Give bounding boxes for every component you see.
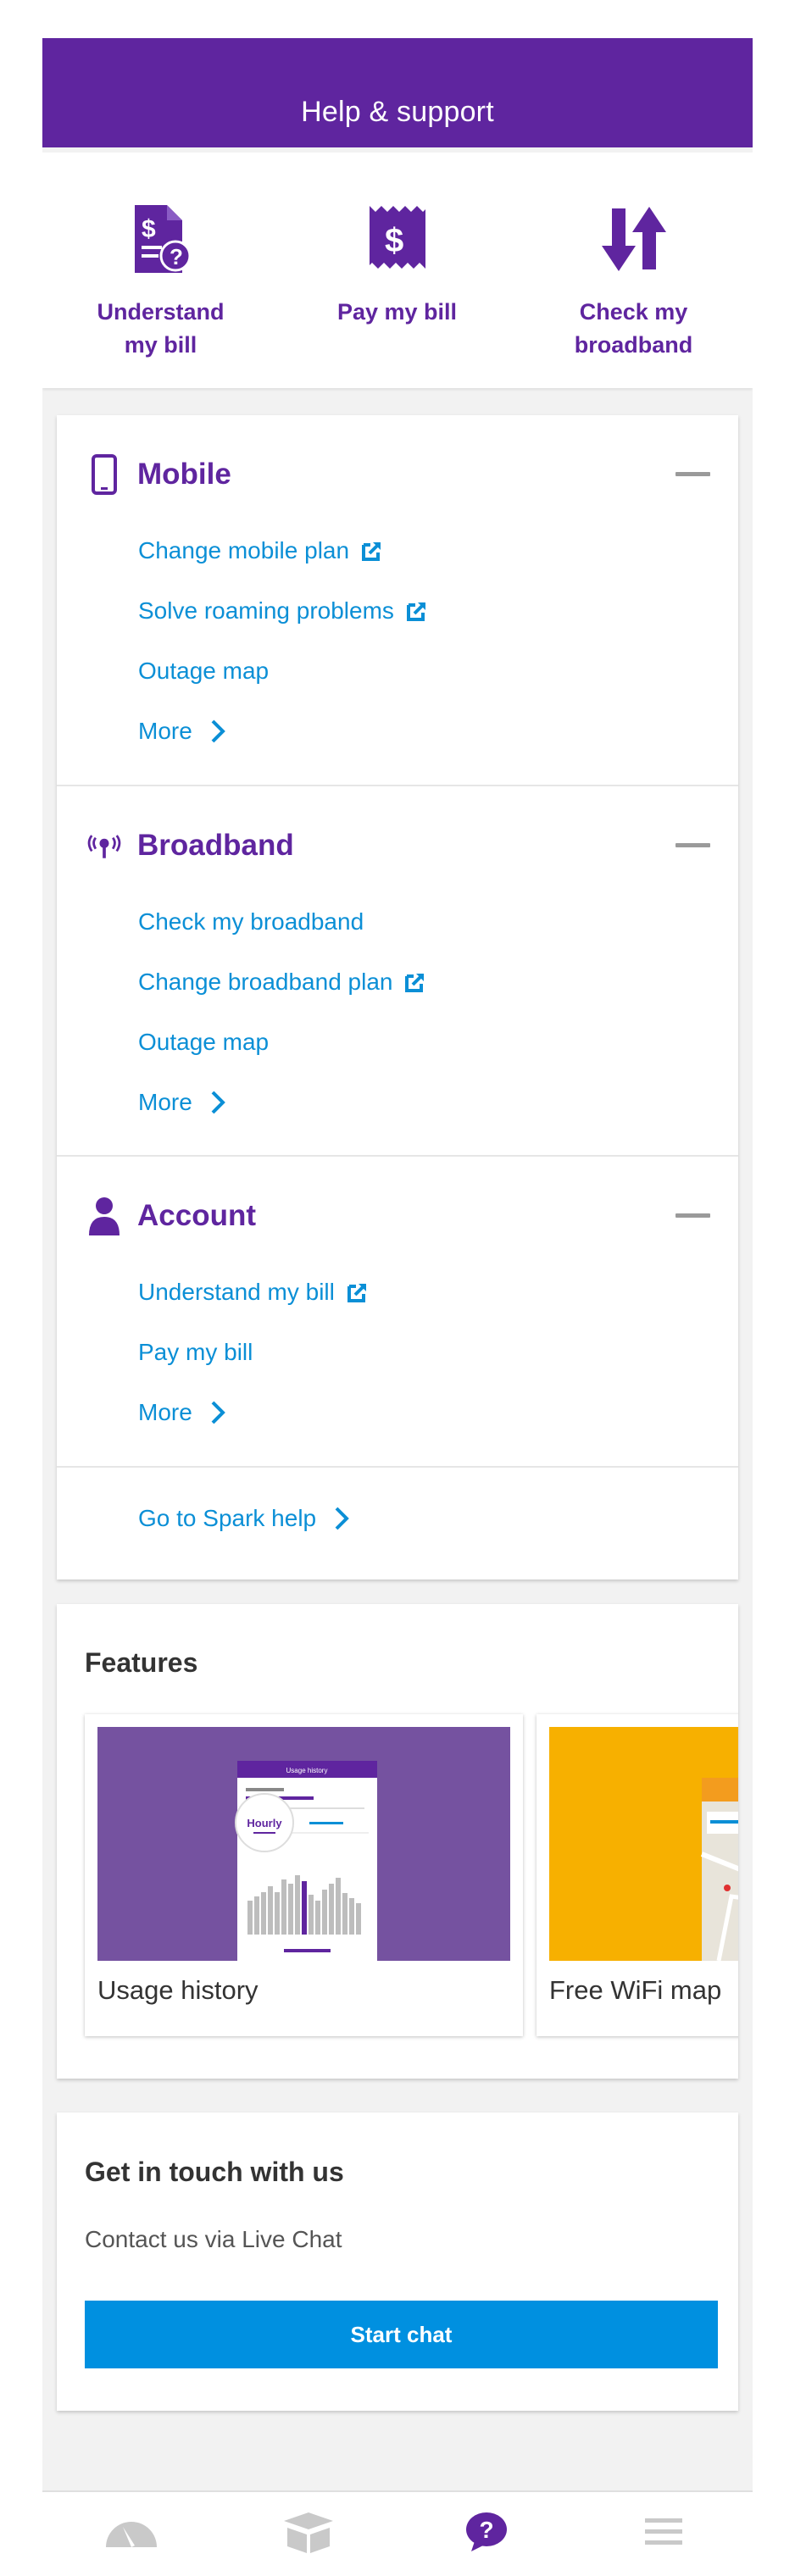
usage-history-mock-title: Usage history xyxy=(286,1767,328,1774)
nav-shop[interactable] xyxy=(220,2492,398,2576)
contact-subtitle: Contact us via Live Chat xyxy=(85,2226,342,2252)
collapse-mobile-icon[interactable] xyxy=(675,472,710,476)
account-more-label: More xyxy=(138,1398,192,1425)
start-chat-button[interactable]: Start chat xyxy=(85,2301,718,2368)
go-to-spark-help-label: Go to Spark help xyxy=(138,1504,317,1531)
broadband-section: Broadband Check my broadband Change broa… xyxy=(57,786,738,1157)
broadband-links: Check my broadband Change broadband plan… xyxy=(138,891,426,1132)
chevron-right-icon xyxy=(209,1090,226,1115)
mobile-more-label: More xyxy=(138,717,192,744)
dollar-receipt-icon: $ xyxy=(359,201,436,277)
svg-text:$: $ xyxy=(142,215,156,243)
account-more-link[interactable]: More xyxy=(138,1382,369,1442)
help-topics-card: Mobile Change mobile plan Solve roaming … xyxy=(57,415,738,1579)
usage-history-mock-badge: Hourly xyxy=(247,1817,282,1829)
mobile-section: Mobile Change mobile plan Solve roaming … xyxy=(57,415,738,786)
app-screen: Help & support $ ? Understand my bill $ … xyxy=(42,38,753,2576)
svg-text:?: ? xyxy=(170,244,183,269)
external-link-icon xyxy=(404,971,426,993)
change-mobile-plan-link[interactable]: Change mobile plan xyxy=(138,520,428,580)
solve-roaming-problems-link[interactable]: Solve roaming problems xyxy=(138,580,428,641)
up-down-arrows-icon xyxy=(596,201,672,277)
check-my-broadband-link-label: Check my broadband xyxy=(138,908,364,935)
broadband-more-label: More xyxy=(138,1088,192,1115)
mobile-section-header[interactable]: Mobile xyxy=(85,451,231,498)
mobile-phone-icon xyxy=(85,453,124,496)
change-broadband-plan-label: Change broadband plan xyxy=(138,968,393,995)
account-section-header[interactable]: Account xyxy=(85,1192,256,1240)
nav-menu[interactable] xyxy=(575,2492,753,2576)
pay-my-bill-link-label: Pay my bill xyxy=(138,1338,253,1365)
change-mobile-plan-label: Change mobile plan xyxy=(138,536,350,564)
bottom-nav: ? xyxy=(42,2490,753,2576)
chevron-right-icon xyxy=(209,719,226,744)
quick-actions: $ ? Understand my bill $ Pay my bill Che… xyxy=(42,153,753,388)
mobile-outage-map-link[interactable]: Outage map xyxy=(138,641,428,701)
usage-history-image: Usage history Hourly xyxy=(97,1727,510,1961)
pay-my-bill-link[interactable]: Pay my bill xyxy=(138,1322,369,1382)
free-wifi-map-label: Free WiFi map xyxy=(549,1975,722,2005)
mobile-outage-map-label: Outage map xyxy=(138,657,270,684)
check-my-broadband-link[interactable]: Check my broadband xyxy=(138,891,426,952)
check-my-broadband-button[interactable]: Check my broadband xyxy=(515,153,752,388)
change-broadband-plan-link[interactable]: Change broadband plan xyxy=(138,952,426,1012)
svg-text:$: $ xyxy=(385,222,403,259)
menu-icon xyxy=(645,2517,683,2551)
solve-roaming-problems-label: Solve roaming problems xyxy=(138,597,394,624)
mobile-more-link[interactable]: More xyxy=(138,701,428,761)
mobile-section-title: Mobile xyxy=(137,458,231,491)
broadband-signal-icon xyxy=(85,824,124,867)
pay-my-bill-button[interactable]: $ Pay my bill xyxy=(279,153,515,388)
account-section-title: Account xyxy=(137,1199,256,1232)
features-card: Features Usage history Hourly Usage hist… xyxy=(57,1604,738,2079)
external-link-icon xyxy=(361,540,383,562)
box-icon xyxy=(281,2509,336,2559)
nav-usage[interactable] xyxy=(42,2492,220,2576)
understand-my-bill-label: Understand my bill xyxy=(97,299,225,358)
page-title: Help & support xyxy=(301,96,494,128)
pay-my-bill-label: Pay my bill xyxy=(336,299,458,325)
contact-title: Get in touch with us xyxy=(85,2157,344,2187)
understand-my-bill-link-label: Understand my bill xyxy=(138,1278,335,1305)
help-chat-icon: ? xyxy=(464,2511,509,2557)
usage-history-label: Usage history xyxy=(97,1975,259,2005)
broadband-section-title: Broadband xyxy=(137,829,294,862)
external-link-icon xyxy=(347,1281,369,1303)
bill-question-icon: $ ? xyxy=(123,201,199,277)
check-my-broadband-label: Check my broadband xyxy=(574,299,693,358)
app-header: Help & support xyxy=(42,38,753,147)
understand-my-bill-link[interactable]: Understand my bill xyxy=(138,1262,369,1322)
free-wifi-map-image xyxy=(549,1727,738,1961)
broadband-more-link[interactable]: More xyxy=(138,1072,426,1132)
collapse-account-icon[interactable] xyxy=(675,1213,710,1218)
chevron-right-icon xyxy=(209,1400,226,1425)
usage-gauge-icon xyxy=(104,2515,158,2553)
free-wifi-map-tile[interactable]: Free WiFi map xyxy=(536,1714,738,2036)
broadband-outage-map-link[interactable]: Outage map xyxy=(138,1012,426,1072)
nav-help[interactable]: ? xyxy=(398,2492,575,2576)
svg-text:?: ? xyxy=(479,2517,493,2543)
broadband-section-header[interactable]: Broadband xyxy=(85,822,294,869)
collapse-broadband-icon[interactable] xyxy=(675,843,710,847)
account-links: Understand my bill Pay my bill More xyxy=(138,1262,369,1442)
account-section: Account Understand my bill Pay my bill M… xyxy=(57,1157,738,1468)
mobile-links: Change mobile plan Solve roaming problem… xyxy=(138,520,428,761)
external-link-icon xyxy=(406,600,428,622)
understand-my-bill-button[interactable]: $ ? Understand my bill xyxy=(42,153,279,388)
person-icon xyxy=(85,1195,124,1237)
contact-card: Get in touch with us Contact us via Live… xyxy=(57,2112,738,2411)
broadband-outage-map-label: Outage map xyxy=(138,1028,270,1055)
go-to-spark-help-link[interactable]: Go to Spark help xyxy=(138,1488,350,1548)
chevron-right-icon xyxy=(333,1506,350,1531)
usage-history-tile[interactable]: Usage history Hourly Usage history xyxy=(85,1714,523,2036)
features-title: Features xyxy=(85,1647,198,1678)
